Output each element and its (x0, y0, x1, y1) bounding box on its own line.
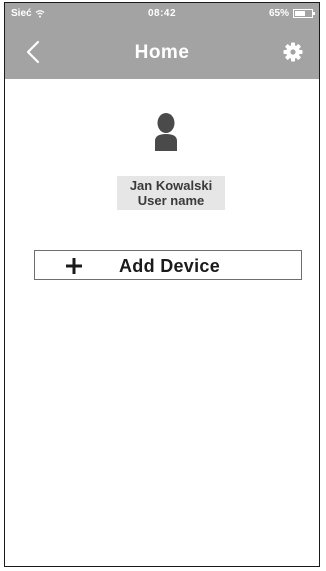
gear-icon (283, 42, 303, 62)
add-device-button[interactable]: Add Device (34, 250, 302, 280)
plus-icon (66, 258, 82, 274)
battery-fill (295, 11, 305, 16)
battery-percent: 65% (268, 8, 289, 19)
battery-tip (313, 12, 315, 15)
phone-screen: Sieć 08:42 65% Home Jan Kowalski User na… (4, 2, 320, 567)
status-battery: 65% (268, 8, 315, 19)
settings-button[interactable] (283, 42, 303, 62)
status-bar: Sieć 08:42 65% (5, 3, 319, 25)
add-device-label: Add Device (119, 256, 221, 276)
user-name-label: User name (137, 193, 205, 208)
user-display-name: Jan Kowalski (129, 178, 213, 193)
user-card: Jan Kowalski User name (117, 176, 225, 210)
person-icon (155, 113, 177, 151)
battery-icon (293, 9, 315, 18)
page-title: Home (134, 42, 190, 63)
nav-bar: Home (5, 25, 319, 79)
